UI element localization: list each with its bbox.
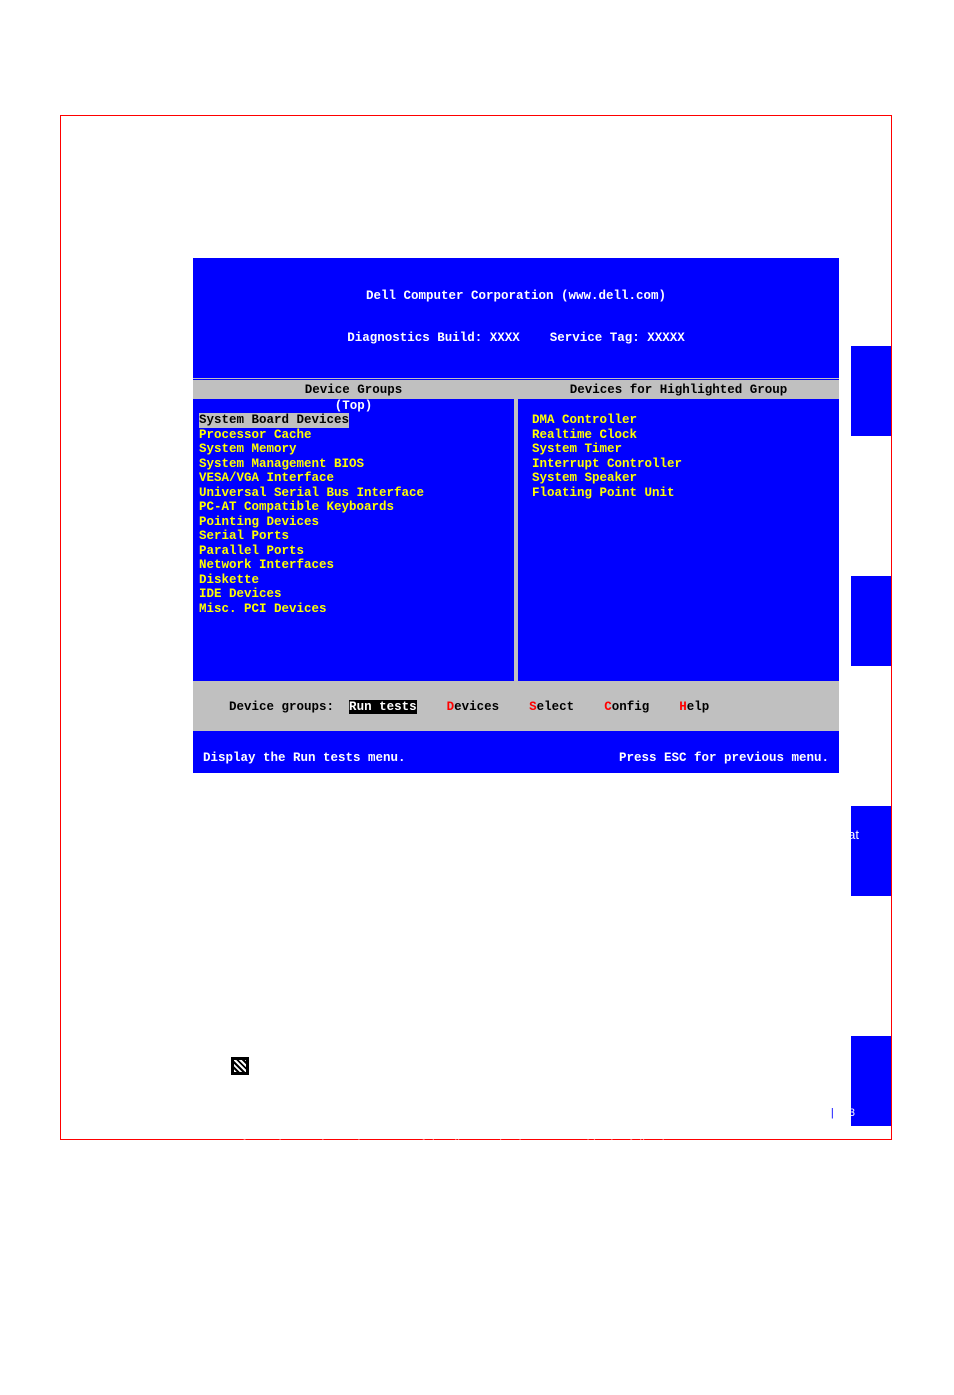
- device-groups-panel[interactable]: Device Groups (Top) System Board Devices…: [193, 381, 516, 681]
- menu-config[interactable]: Config: [604, 700, 649, 714]
- device-groups-top: (Top): [193, 399, 514, 413]
- device-group-item[interactable]: Diskette: [199, 573, 508, 588]
- console-header-line2: Diagnostics Build: XXXX Service Tag: XXX…: [193, 331, 839, 345]
- console-header: Dell Computer Corporation (www.dell.com)…: [193, 258, 839, 381]
- note-text: NOTE: After you select Quit Menu, you ca…: [231, 892, 859, 927]
- device-group-item[interactable]: Universal Serial Bus Interface: [199, 486, 508, 501]
- device-group-item-selected[interactable]: System Board Devices: [199, 413, 349, 428]
- device-group-item[interactable]: Serial Ports: [199, 529, 508, 544]
- menu-run-tests[interactable]: Run tests: [349, 700, 417, 714]
- device-group-item[interactable]: Pointing Devices: [199, 515, 508, 530]
- devices-for-group-header: Devices for Highlighted Group: [518, 381, 839, 399]
- device-item: Realtime Clock: [532, 428, 833, 443]
- device-group-item[interactable]: VESA/VGA Interface: [199, 471, 508, 486]
- footer-separator: |: [825, 1107, 840, 1119]
- bullet: Two lines at the top of the screen ident…: [231, 1168, 859, 1186]
- footer-page-number: 53: [843, 1107, 855, 1119]
- device-group-item[interactable]: Processor Cache: [199, 428, 508, 443]
- bullet: On the right side of the screen, the Dev…: [231, 1266, 859, 1301]
- note-text: NOTE: In the Advanced Testing option, an…: [259, 1057, 859, 1092]
- status-hint-right: Press ESC for previous menu.: [619, 751, 829, 765]
- menu-label: Device groups:: [229, 700, 349, 714]
- console-status-bar: Display the Run tests menu. Press ESC fo…: [193, 745, 839, 773]
- device-item: System Timer: [532, 442, 833, 457]
- device-group-item[interactable]: System Memory: [199, 442, 508, 457]
- console-header-line1: Dell Computer Corporation (www.dell.com): [193, 289, 839, 303]
- dell-diagnostics-console: Dell Computer Corporation (www.dell.com)…: [193, 258, 839, 680]
- device-group-item[interactable]: Misc. PCI Devices: [199, 602, 508, 617]
- device-group-item[interactable]: Parallel Ports: [199, 544, 508, 559]
- side-tab: [851, 346, 891, 436]
- device-group-item[interactable]: PC-AT Compatible Keyboards: [199, 500, 508, 515]
- note-icon: [231, 1057, 249, 1075]
- footer-title: Running the Dell Diagnostics: [681, 1107, 822, 1119]
- device-group-item[interactable]: IDE Devices: [199, 587, 508, 602]
- device-item: DMA Controller: [532, 413, 833, 428]
- doc-body: For a quick check of your system, select…: [231, 808, 859, 1395]
- device-groups-header: Device Groups: [193, 381, 514, 399]
- device-item: Floating Point Unit: [532, 486, 833, 501]
- device-item: Interrupt Controller: [532, 457, 833, 472]
- menu-help[interactable]: Help: [679, 700, 709, 714]
- paragraph: The menu bar at the bottom of the screen…: [231, 1345, 859, 1380]
- menu-select[interactable]: Select: [529, 700, 574, 714]
- status-hint-left: Display the Run tests menu.: [203, 751, 406, 765]
- paragraph: To check a particular area of your syste…: [231, 941, 859, 994]
- side-tab: [851, 576, 891, 666]
- paragraph: For a quick check of your system, select…: [231, 808, 859, 878]
- paragraph: Information on the main screen of the di…: [231, 1136, 859, 1154]
- bullet: On the left side of the screen, the Devi…: [231, 1199, 859, 1252]
- device-item: System Speaker: [532, 471, 833, 486]
- paragraph: The Main Menu of the diagnostics screen …: [231, 1008, 859, 1043]
- console-menu-bar[interactable]: Device groups: Run tests Devices Select …: [193, 681, 839, 731]
- devices-for-group-panel: Devices for Highlighted Group DMA Contro…: [516, 381, 839, 681]
- device-group-item[interactable]: System Management BIOS: [199, 457, 508, 472]
- heading-menu: Menu: [231, 1319, 859, 1339]
- menu-devices[interactable]: Devices: [447, 700, 500, 714]
- device-group-item[interactable]: Network Interfaces: [199, 558, 508, 573]
- page-footer: Running the Dell Diagnostics | 53: [61, 1107, 891, 1119]
- console-gap: [193, 731, 839, 745]
